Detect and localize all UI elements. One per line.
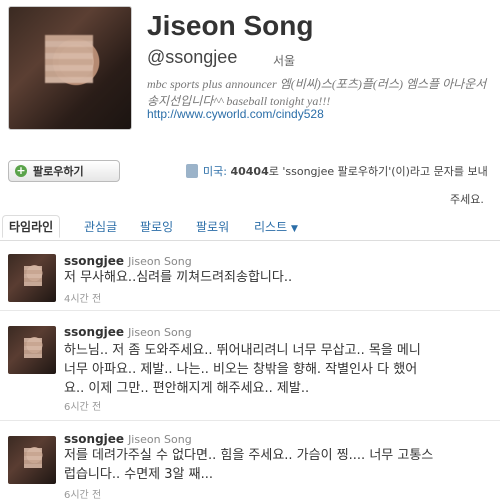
sms-tail2: 주세요. — [450, 193, 484, 206]
tweet-author[interactable]: ssongjee Jiseon Song — [64, 254, 192, 268]
tweet-fullname: Jiseon Song — [128, 255, 192, 268]
tab-lists[interactable]: 리스트 ▼ — [254, 218, 298, 235]
tweet-author[interactable]: ssongjee Jiseon Song — [64, 432, 192, 446]
tweet-time[interactable]: 6시간 전 — [64, 486, 101, 501]
tweet-text: 하느님.. 저 좀 도와주세요.. 뛰어내리려니 너무 무삽고.. 목을 메니 … — [64, 341, 484, 398]
tweet-time[interactable]: 6시간 전 — [64, 398, 101, 413]
profile-url-link[interactable]: http://www.cyworld.com/cindy528 — [147, 107, 324, 121]
tweet-line: 너무 아파요.. 제발.. 나는.. 비오는 창밖을 향해. 작별인사 다 했어 — [64, 362, 418, 377]
tab-followers[interactable]: 팔로워 — [196, 218, 229, 235]
profile-avatar — [8, 6, 132, 130]
tweet-fullname: Jiseon Song — [128, 326, 192, 339]
sms-instruction: 미국: 40404로 'ssongjee 팔로우하기'(이)라고 문자를 보내 — [203, 163, 488, 179]
profile-handle: @ssongjee — [147, 47, 238, 67]
tweet-line: 럽습니다.. 수면제 3알 째... — [64, 467, 213, 482]
sms-tail: (이)라고 문자를 보내 — [391, 165, 488, 178]
tweet-username[interactable]: ssongjee — [64, 325, 124, 339]
profile-location: 서울 — [273, 54, 296, 68]
follow-button-label: 팔로우하기 — [33, 165, 84, 178]
tweet-text: 저를 데려가주실 수 없다면.. 힘을 주세요.. 가슴이 찡.... 너무 고… — [64, 446, 484, 484]
tweet-divider — [0, 310, 500, 311]
tab-lists-label: 리스트 — [254, 220, 288, 234]
tabs-divider — [0, 240, 500, 241]
tweet-line: 저를 데려가주실 수 없다면.. 힘을 주세요.. 가슴이 찡.... 너무 고… — [64, 448, 434, 463]
tab-favorites[interactable]: 관심글 — [84, 218, 117, 235]
profile-bio: mbc sports plus announcer 엠(비씨)스(포츠)플(러스… — [147, 77, 487, 108]
tweet-author[interactable]: ssongjee Jiseon Song — [64, 325, 192, 339]
tweet-avatar[interactable] — [8, 436, 56, 484]
tweet-line: 하느님.. 저 좀 도와주세요.. 뛰어내리려니 너무 무삽고.. 목을 메니 — [64, 343, 421, 358]
phone-icon — [186, 164, 198, 178]
sms-mid: 로 'ssongjee 팔로우하기' — [268, 165, 392, 178]
tweet-username[interactable]: ssongjee — [64, 432, 124, 446]
follow-button[interactable]: + 팔로우하기 — [8, 160, 120, 182]
sms-code: 40404 — [230, 165, 269, 178]
tweet-fullname: Jiseon Song — [128, 433, 192, 446]
tweet-username[interactable]: ssongjee — [64, 254, 124, 268]
tweet-line: 요.. 이제 그만.. 편안해지게 해주세요.. 제발.. — [64, 381, 310, 396]
tweet-avatar[interactable] — [8, 254, 56, 302]
tweet-divider — [0, 420, 500, 421]
sms-country[interactable]: 미국: — [203, 165, 227, 178]
plus-icon: + — [15, 164, 27, 177]
tweet-text: 저 무사해요..심려를 끼쳐드려죄송합니다.. — [64, 268, 484, 287]
tab-following[interactable]: 팔로잉 — [140, 218, 173, 235]
tweet-time[interactable]: 4시간 전 — [64, 290, 101, 305]
profile-name: Jiseon Song — [147, 10, 314, 41]
tweet-line: 저 무사해요..심려를 끼쳐드려죄송합니다.. — [64, 270, 293, 285]
tweet-avatar[interactable] — [8, 326, 56, 374]
tab-timeline[interactable]: 타임라인 — [2, 215, 61, 238]
chevron-down-icon: ▼ — [290, 224, 298, 234]
